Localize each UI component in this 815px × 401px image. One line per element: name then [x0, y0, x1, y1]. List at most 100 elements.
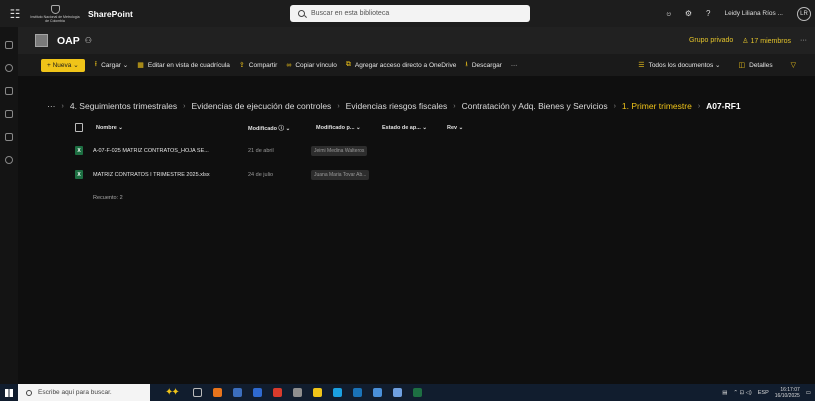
breadcrumb: ··· › 4. Seguimientos trimestrales › Evi…: [47, 98, 741, 114]
app-icon[interactable]: [232, 388, 242, 397]
chevron-right-icon: ›: [183, 102, 186, 110]
group-icon: ⚇: [84, 36, 92, 45]
chevron-right-icon: ›: [613, 102, 616, 110]
view-icon: ☰: [638, 62, 645, 69]
pinned-apps: [192, 388, 422, 397]
site-logo[interactable]: [35, 34, 48, 47]
upload-label: Cargar ⌄: [101, 62, 129, 69]
suite-bar: ☷ Instituto Nacional de Metrología de Co…: [0, 0, 815, 27]
chevron-right-icon: ›: [337, 102, 340, 110]
search-icon: [26, 389, 32, 396]
org-logo[interactable]: Instituto Nacional de Metrología de Colo…: [30, 0, 80, 27]
site-meta: Grupo privado ♙ 17 miembros ···: [689, 27, 807, 54]
mail-icon[interactable]: [352, 388, 362, 397]
sparkle-icon[interactable]: ✦✦: [165, 387, 180, 398]
app-launcher-icon[interactable]: ☷: [0, 0, 30, 27]
globe-icon[interactable]: [5, 64, 13, 72]
breadcrumb-item[interactable]: Contratación y Adq. Bienes y Servicios: [462, 101, 608, 111]
new-button[interactable]: + Nueva ⌄: [41, 58, 85, 72]
grid-edit-label: Editar en vista de cuadrícula: [147, 61, 230, 69]
help-icon[interactable]: ?: [706, 9, 710, 18]
sharepoint-window: ☷ Instituto Nacional de Metrología de Co…: [0, 0, 815, 401]
column-rev[interactable]: Rev ⌄: [447, 125, 463, 131]
keyboard-icon[interactable]: ▤: [722, 390, 727, 396]
file-name[interactable]: A-07-F-025 MATRIZ CONTRATOS_HOJA SE...: [93, 148, 209, 154]
breadcrumb-current: A07-RF1: [706, 101, 741, 111]
share-button[interactable]: ⇪ Compartir: [239, 61, 277, 70]
file-icon[interactable]: [5, 110, 13, 118]
store-icon[interactable]: [372, 388, 382, 397]
view-label: Todos los documentos ⌄: [648, 62, 721, 69]
taskbar-search[interactable]: Escribe aquí para buscar.: [18, 384, 150, 401]
file-explorer-icon[interactable]: [312, 388, 322, 397]
filter-icon[interactable]: ▽: [791, 61, 800, 69]
members-link[interactable]: ♙ 17 miembros: [742, 37, 791, 45]
excel-icon[interactable]: [412, 388, 422, 397]
home-icon[interactable]: [5, 41, 13, 49]
details-label: Detalles: [749, 61, 773, 69]
command-bar-right: ☰ Todos los documentos ⌄ ◫ Detalles ▽: [638, 54, 809, 76]
breadcrumb-item[interactable]: 4. Seguimientos trimestrales: [70, 101, 177, 111]
crest-icon: [50, 4, 60, 14]
site-title[interactable]: OAP: [57, 35, 80, 47]
notifications-icon[interactable]: ▭: [806, 390, 811, 396]
members-count: 17 miembros: [750, 37, 791, 45]
breadcrumb-overflow[interactable]: ···: [47, 101, 56, 111]
chrome-icon[interactable]: [212, 388, 222, 397]
column-status[interactable]: Estado de ap... ⌄: [382, 125, 427, 131]
site-more-button[interactable]: ···: [800, 37, 807, 44]
shortcut-label: Agregar acceso directo a OneDrive: [354, 61, 457, 69]
left-rail: [0, 27, 18, 384]
grid-icon: ▦: [137, 62, 144, 69]
system-tray: ▤ ⌃ ⊡ ◁) ESP 16:17:07 16/10/2025 ▭: [722, 384, 815, 401]
taskbar-search-placeholder: Escribe aquí para buscar.: [38, 389, 112, 396]
people-icon[interactable]: ဗ: [666, 8, 671, 20]
language-indicator[interactable]: ESP: [758, 390, 769, 396]
excel-icon: X: [75, 170, 83, 179]
edge-icon[interactable]: [332, 388, 342, 397]
file-type-icon[interactable]: [75, 123, 83, 132]
upload-icon: ⭱: [94, 60, 98, 68]
user-name[interactable]: Leidy Liliana Ríos ...: [724, 10, 783, 17]
copy-link-button[interactable]: ∞ Copiar vínculo: [286, 62, 337, 69]
avatar[interactable]: LR: [797, 6, 811, 21]
privacy-label: Grupo privado: [688, 37, 734, 44]
tray-icons[interactable]: ⌃ ⊡ ◁): [733, 390, 751, 396]
breadcrumb-item[interactable]: Evidencias de ejecución de controles: [191, 101, 331, 111]
column-modified[interactable]: Modificado ⓘ ⌄: [248, 124, 290, 132]
taskbar: Escribe aquí para buscar. ✦✦ ▤ ⌃ ⊡ ◁) ES…: [0, 384, 815, 401]
search-icon: [298, 10, 305, 17]
news-icon[interactable]: [5, 87, 13, 95]
create-icon[interactable]: [5, 156, 13, 164]
download-button[interactable]: ⭳ Descargar: [465, 60, 501, 71]
modified-by[interactable]: Juana Maria Tovar Ab...: [311, 170, 370, 180]
chevron-right-icon: ›: [453, 102, 456, 110]
chevron-right-icon: ›: [697, 102, 701, 110]
phone-icon[interactable]: [392, 388, 402, 397]
settings-icon[interactable]: ⚙: [685, 9, 692, 18]
paint-icon[interactable]: [292, 388, 302, 397]
lists-icon[interactable]: [5, 133, 13, 141]
column-modified-by[interactable]: Modificado p... ⌄: [316, 125, 361, 131]
app-name-link[interactable]: SharePoint: [88, 9, 133, 19]
breadcrumb-item[interactable]: 1. Primer trimestre: [622, 101, 692, 111]
download-icon: ⭳: [465, 60, 468, 68]
word-icon[interactable]: [252, 388, 262, 397]
file-name[interactable]: MATRIZ CONTRATOS I TRIMESTRE 2025.xlsx: [93, 172, 210, 178]
shortcut-button[interactable]: ⧉ Agregar acceso directo a OneDrive: [346, 61, 457, 69]
start-button[interactable]: [0, 384, 18, 401]
view-selector[interactable]: ☰ Todos los documentos ⌄: [638, 61, 720, 69]
modified-by[interactable]: Jeimi Medina Walteros: [311, 146, 368, 156]
task-view-icon[interactable]: [192, 388, 202, 397]
clock[interactable]: 16:17:07 16/10/2025: [775, 387, 800, 399]
search-box[interactable]: Buscar en esta biblioteca: [290, 5, 530, 22]
acrobat-icon[interactable]: [272, 388, 282, 397]
more-commands-button[interactable]: ···: [511, 62, 518, 69]
upload-button[interactable]: ⭱ Cargar ⌄: [95, 60, 129, 71]
grid-edit-button[interactable]: ▦ Editar en vista de cuadrícula: [137, 61, 230, 70]
breadcrumb-item[interactable]: Evidencias riesgos fiscales: [346, 101, 448, 111]
details-button[interactable]: ◫ Detalles: [739, 61, 773, 70]
item-count: Recuento: 2: [93, 195, 123, 201]
column-name[interactable]: Nombre ⌄: [96, 125, 123, 131]
link-icon: ∞: [286, 61, 292, 69]
